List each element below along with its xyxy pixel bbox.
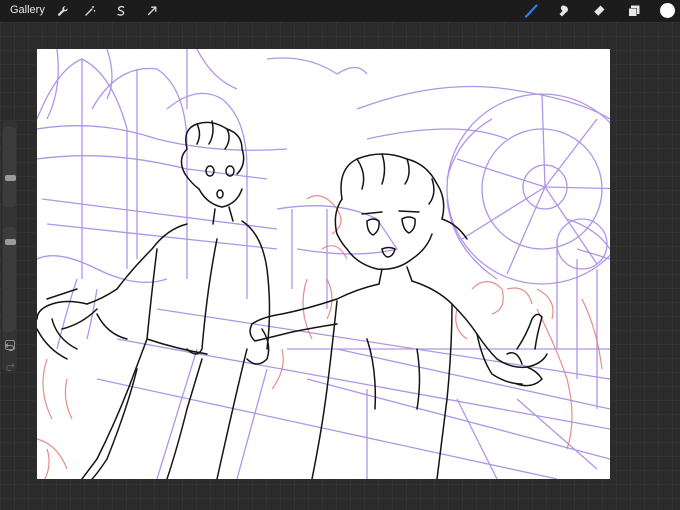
eraser-icon[interactable] xyxy=(590,2,608,20)
redo-icon[interactable] xyxy=(4,360,15,371)
color-swatch[interactable] xyxy=(660,3,675,18)
brush-icon[interactable] xyxy=(522,2,540,20)
layers-icon[interactable] xyxy=(625,2,643,20)
wrench-icon[interactable] xyxy=(54,2,72,20)
opacity-thumb[interactable] xyxy=(5,238,16,245)
undo-icon[interactable] xyxy=(4,340,15,351)
top-toolbar: Gallery xyxy=(0,0,680,22)
drawing-canvas[interactable] xyxy=(37,49,610,479)
sketch-artwork xyxy=(37,49,610,479)
brush-size-slider[interactable] xyxy=(3,127,16,207)
magic-wand-icon[interactable] xyxy=(81,2,99,20)
transform-arrow-icon[interactable] xyxy=(143,2,161,20)
brush-size-thumb[interactable] xyxy=(5,174,16,181)
sidebar xyxy=(2,120,17,372)
smudge-icon[interactable] xyxy=(555,2,573,20)
gallery-button[interactable]: Gallery xyxy=(10,4,45,16)
selection-icon[interactable] xyxy=(112,2,130,20)
opacity-slider[interactable] xyxy=(3,227,16,332)
